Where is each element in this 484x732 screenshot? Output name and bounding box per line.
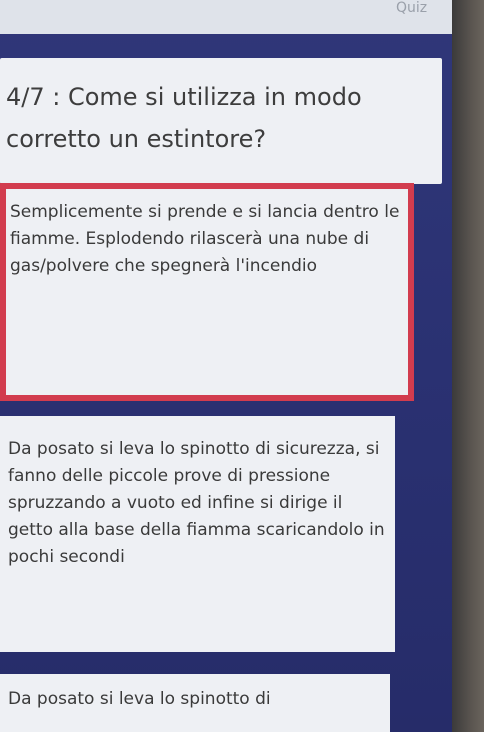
top-bar: Quiz	[0, 0, 452, 34]
answer-option-2-text: Da posato si leva lo spinotto di sicurez…	[8, 439, 385, 567]
answer-option-1[interactable]: Semplicemente si prende e si lancia dent…	[0, 183, 414, 401]
answer-option-2[interactable]: Da posato si leva lo spinotto di sicurez…	[0, 416, 395, 652]
device-bezel	[452, 0, 484, 732]
quiz-label: Quiz	[396, 0, 428, 16]
answer-option-1-text: Semplicemente si prende e si lancia dent…	[10, 202, 400, 276]
question-text: 4/7 : Come si utilizza in modo corretto …	[6, 83, 362, 153]
question-card: 4/7 : Come si utilizza in modo corretto …	[0, 58, 442, 184]
quiz-screen: Quiz 4/7 : Come si utilizza in modo corr…	[0, 0, 452, 732]
answer-option-3-text: Da posato si leva lo spinotto di	[8, 689, 271, 709]
answer-option-3[interactable]: Da posato si leva lo spinotto di	[0, 674, 390, 732]
